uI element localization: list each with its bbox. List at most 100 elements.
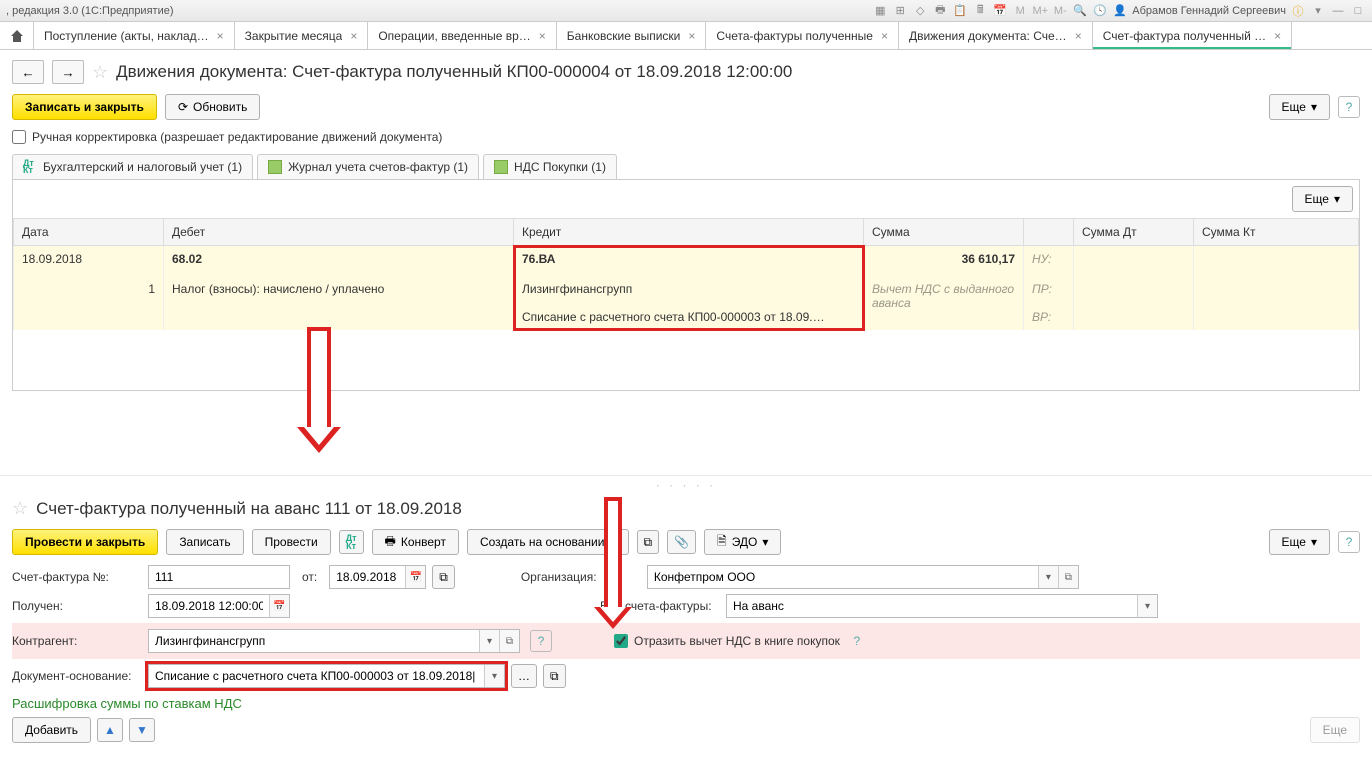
grid-more-button[interactable]: Еще ▾ (1292, 186, 1353, 212)
cell-date[interactable]: 18.09.2018 1 (14, 246, 164, 331)
pane-divider[interactable]: · · · · · (0, 475, 1372, 492)
edo-icon: 🗎 (717, 532, 727, 553)
close-icon[interactable]: × (1274, 29, 1281, 43)
from-date-input[interactable]: 📅 (329, 565, 426, 589)
m-button[interactable]: M (1012, 3, 1028, 19)
open-icon[interactable]: ⧉ (432, 565, 455, 589)
vat-deduction-checkbox[interactable] (614, 634, 628, 648)
tab-bar: Поступление (акты, наклад…× Закрытие мес… (0, 22, 1372, 50)
app-title: , редакция 3.0 (1С:Предприятие) (6, 5, 174, 17)
col-debit[interactable]: Дебет (164, 219, 514, 246)
cell-sum-dt[interactable] (1074, 246, 1194, 331)
maximize-icon[interactable]: □ (1350, 3, 1366, 19)
org-input[interactable]: ▾⧉ (647, 565, 1079, 589)
dropdown-icon[interactable]: ▾ (479, 630, 499, 652)
help-icon[interactable]: ? (846, 630, 868, 652)
edo-button[interactable]: 🗎ЭДО ▾ (704, 529, 781, 555)
sf-no-input[interactable] (148, 565, 290, 589)
open-icon[interactable]: ⧉ (1058, 566, 1078, 588)
type-input[interactable]: ▾ (726, 594, 1158, 618)
tab-item[interactable]: Поступление (акты, наклад…× (34, 22, 235, 49)
favorite-icon[interactable]: ☆ (92, 62, 108, 83)
dt-kt-icon: ДтКт (346, 534, 357, 550)
dropdown-icon[interactable]: ▾ (1137, 595, 1157, 617)
close-icon[interactable]: × (688, 29, 695, 43)
tab-item[interactable]: Закрытие месяца× (235, 22, 369, 49)
help-icon[interactable]: ? (1338, 96, 1360, 118)
org-label: Организация: (521, 570, 641, 584)
close-icon[interactable]: × (350, 29, 357, 43)
more-button[interactable]: Еще ▾ (1269, 94, 1330, 120)
page-title: Движения документа: Счет-фактура получен… (116, 62, 792, 82)
move-up-button[interactable]: ▲ (97, 718, 123, 742)
attach-button[interactable]: 📎 (667, 530, 696, 554)
tab-item[interactable]: Банковские выписки× (557, 22, 707, 49)
dropdown-icon[interactable]: ▾ (1038, 566, 1058, 588)
cell-debit[interactable]: 68.02 Налог (взносы): начислено / уплаче… (164, 246, 514, 331)
forward-button[interactable]: → (52, 60, 84, 84)
calendar-icon[interactable]: 📅 (405, 566, 425, 588)
calendar-icon[interactable]: 📅 (992, 3, 1008, 19)
move-down-button[interactable]: ▼ (129, 718, 155, 742)
clock-icon[interactable]: 🕓 (1092, 3, 1108, 19)
minimize-icon[interactable]: — (1330, 3, 1346, 19)
close-icon[interactable]: × (1075, 29, 1082, 43)
col-sum-dt[interactable]: Сумма Дт (1074, 219, 1194, 246)
col-sum-kt[interactable]: Сумма Кт (1194, 219, 1359, 246)
subtab-journal[interactable]: Журнал учета счетов-фактур (1) (257, 154, 479, 179)
tab-item[interactable]: Движения документа: Сче…× (899, 22, 1093, 49)
close-icon[interactable]: × (217, 29, 224, 43)
open-icon[interactable]: ⧉ (543, 664, 566, 688)
toolbar-icon[interactable]: ▦ (872, 3, 888, 19)
cell-sum[interactable]: 36 610,17 Вычет НДС с выданного аванса (864, 246, 1024, 331)
tab-item-active[interactable]: Счет-фактура полученный …× (1093, 22, 1292, 49)
related-button[interactable]: ⧉ (637, 530, 660, 554)
zoom-icon[interactable]: 🔍 (1072, 3, 1088, 19)
more-button[interactable]: Еще ▾ (1269, 529, 1330, 555)
toolbar-icon[interactable]: ◇ (912, 3, 928, 19)
subtab-accounting[interactable]: ДтКт Бухгалтерский и налоговый учет (1) (12, 154, 253, 179)
received-input[interactable]: 📅 (148, 594, 290, 618)
favorite-icon[interactable]: ☆ (12, 498, 28, 519)
doc-base-input-highlighted[interactable]: ▾ (148, 664, 505, 688)
col-credit[interactable]: Кредит (514, 219, 864, 246)
post-close-button[interactable]: Провести и закрыть (12, 529, 158, 555)
info-icon[interactable]: ⓘ (1290, 3, 1306, 19)
add-button[interactable]: Добавить (12, 717, 91, 743)
refresh-button[interactable]: ⟳Обновить (165, 94, 260, 120)
help-icon[interactable]: ? (1338, 531, 1360, 553)
m-minus-button[interactable]: M- (1052, 3, 1068, 19)
close-icon[interactable]: × (881, 29, 888, 43)
dropdown-icon[interactable]: ▾ (1310, 3, 1326, 19)
open-icon[interactable]: ⧉ (499, 630, 519, 652)
user-name: Абрамов Геннадий Сергеевич (1132, 5, 1286, 17)
help-icon[interactable]: ? (530, 630, 552, 652)
tab-item[interactable]: Операции, введенные вр…× (368, 22, 556, 49)
subtab-vat[interactable]: НДС Покупки (1) (483, 154, 617, 179)
post-button[interactable]: Провести (252, 529, 331, 555)
contragent-input[interactable]: ▾⧉ (148, 629, 520, 653)
manual-edit-checkbox[interactable] (12, 130, 26, 144)
cell-sum-kt[interactable] (1194, 246, 1359, 331)
col-sum[interactable]: Сумма (864, 219, 1024, 246)
save-button[interactable]: Записать (166, 529, 243, 555)
save-close-button[interactable]: Записать и закрыть (12, 94, 157, 120)
calendar-icon[interactable]: 📅 (269, 595, 289, 617)
home-tab[interactable] (0, 22, 34, 49)
calc-icon[interactable]: 🖩 (972, 3, 988, 19)
ellipsis-button[interactable]: … (511, 664, 537, 688)
toolbar-icon[interactable]: ⊞ (892, 3, 908, 19)
contragent-label: Контрагент: (12, 634, 142, 648)
dropdown-icon[interactable]: ▾ (484, 665, 504, 687)
convert-button[interactable]: 🖶Конверт (372, 529, 459, 555)
back-button[interactable]: ← (12, 60, 44, 84)
cell-credit-highlighted[interactable]: 76.ВА Лизингфинансгрупп Списание с расче… (514, 246, 864, 331)
m-plus-button[interactable]: M+ (1032, 3, 1048, 19)
toolbar-icon[interactable]: 📋 (952, 3, 968, 19)
print-icon[interactable]: 🖶 (932, 3, 948, 19)
col-date[interactable]: Дата (14, 219, 164, 246)
more-button[interactable]: Еще (1310, 717, 1360, 743)
dt-kt-button[interactable]: ДтКт (339, 530, 364, 554)
tab-item[interactable]: Счета-фактуры полученные× (706, 22, 899, 49)
close-icon[interactable]: × (539, 29, 546, 43)
